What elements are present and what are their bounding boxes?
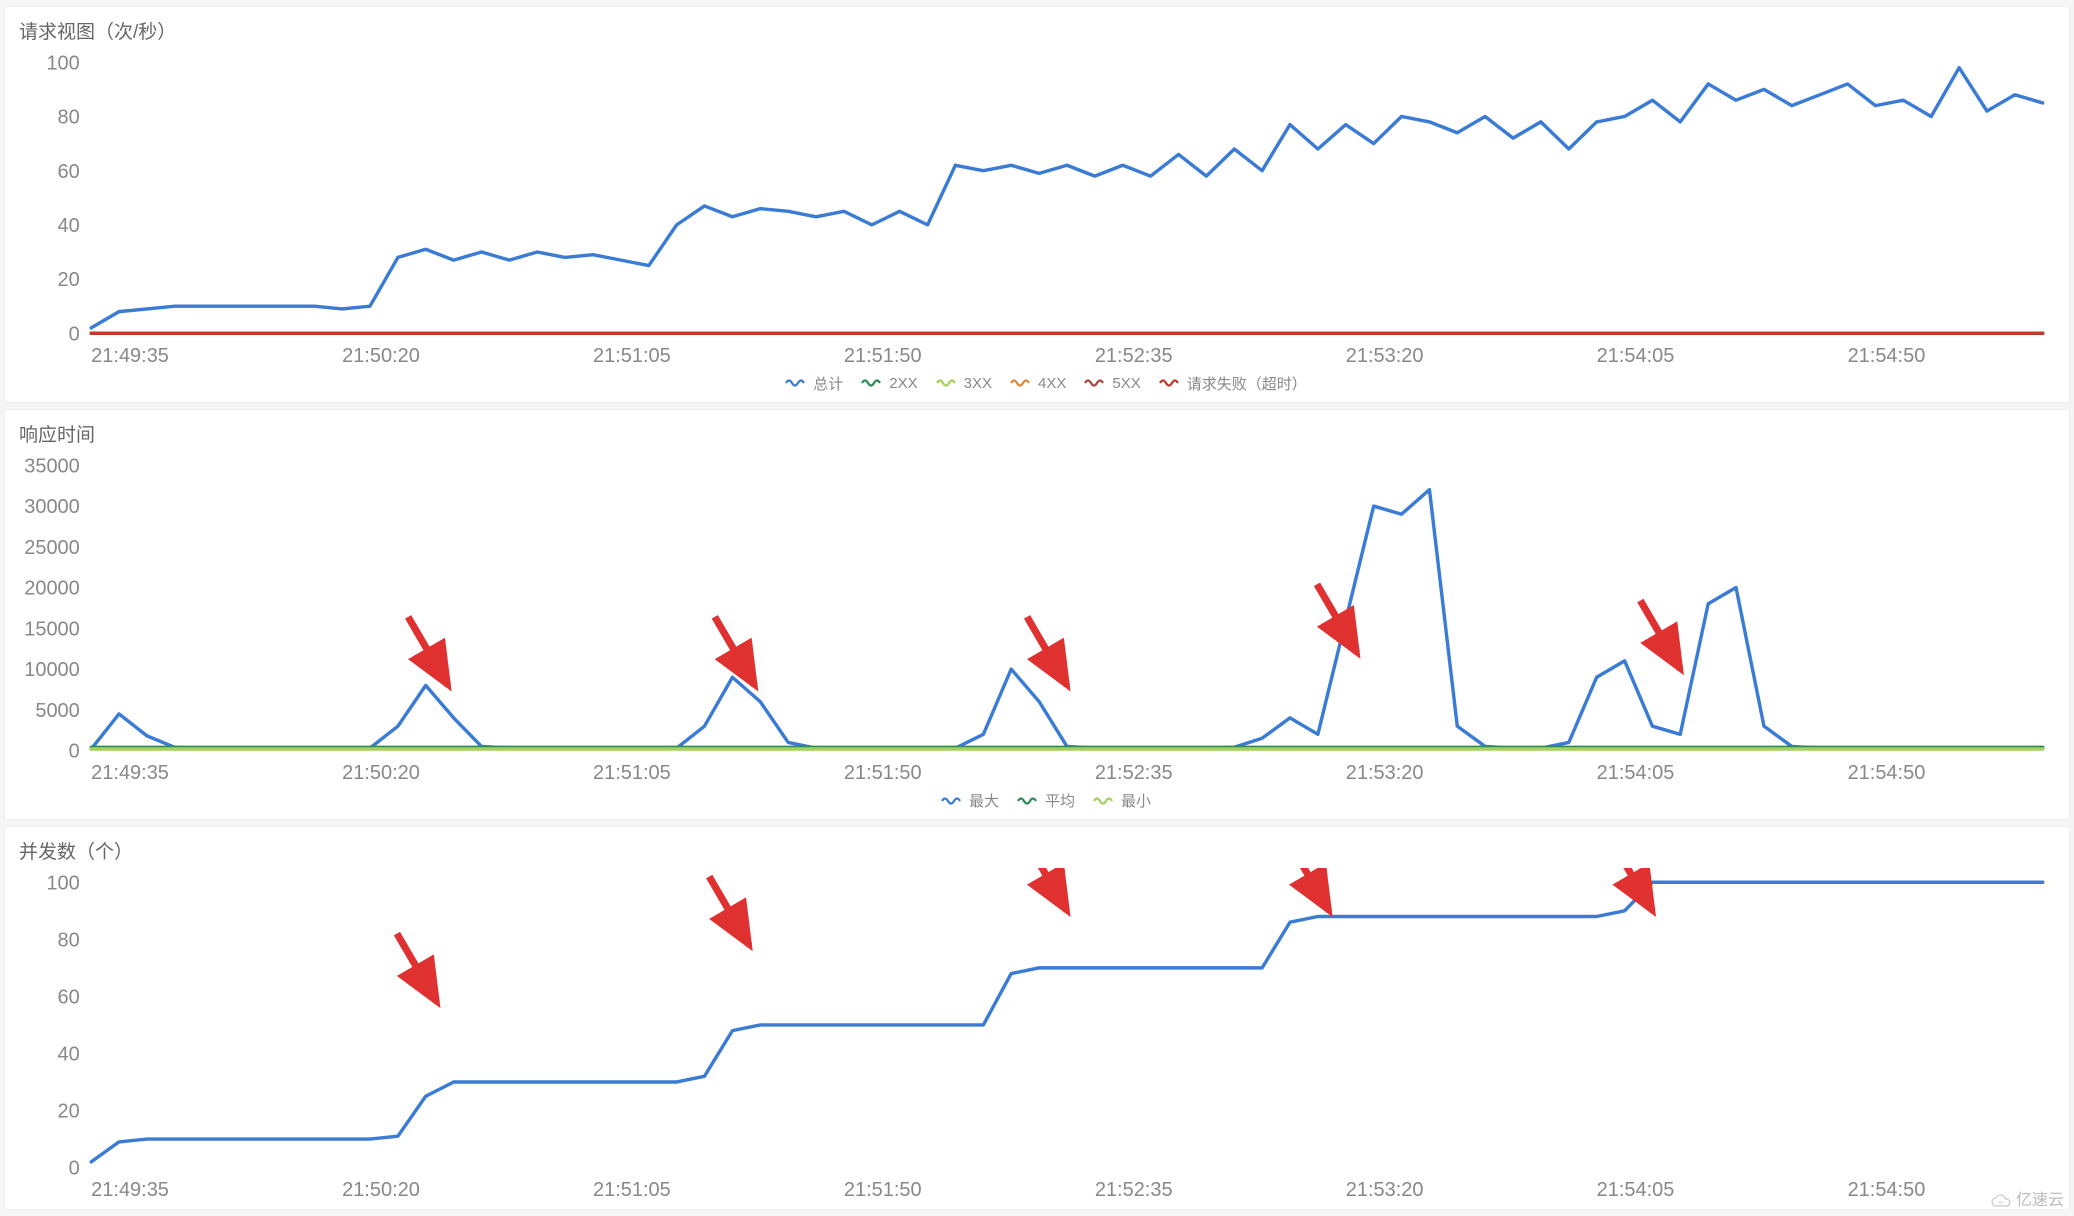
chart-title: 并发数（个）	[19, 837, 2057, 864]
svg-text:∞: ∞	[1999, 1200, 2003, 1206]
svg-text:5000: 5000	[35, 700, 79, 722]
svg-text:21:53:20: 21:53:20	[1346, 345, 1424, 367]
chart-legend: 总计 2XX 3XX 4XX 5XX 请求失败（超时）	[17, 369, 2057, 396]
svg-text:21:49:35: 21:49:35	[91, 762, 169, 784]
svg-text:21:52:35: 21:52:35	[1095, 1179, 1173, 1201]
chart-legend: 最大 平均 最小	[17, 786, 2057, 813]
svg-text:20000: 20000	[24, 578, 80, 600]
svg-text:15000: 15000	[24, 618, 80, 640]
svg-text:21:50:20: 21:50:20	[342, 762, 420, 784]
svg-text:60: 60	[58, 161, 80, 183]
svg-text:21:54:50: 21:54:50	[1848, 1179, 1926, 1201]
svg-text:0: 0	[69, 323, 80, 345]
svg-text:21:51:05: 21:51:05	[593, 762, 671, 784]
legend-swatch	[936, 377, 958, 389]
svg-text:21:51:05: 21:51:05	[593, 1179, 671, 1201]
legend-label: 最大	[969, 793, 999, 810]
svg-text:21:52:35: 21:52:35	[1095, 345, 1173, 367]
legend-swatch	[1084, 377, 1106, 389]
legend-label: 4XX	[1038, 375, 1066, 392]
chart-panel-2: 并发数（个） 0 20 40 60 80 100 21:49:35 21:50:20 21:51:…	[4, 826, 2070, 1210]
svg-text:21:53:20: 21:53:20	[1346, 762, 1424, 784]
svg-text:35000: 35000	[24, 455, 80, 477]
svg-text:21:51:05: 21:51:05	[593, 345, 671, 367]
svg-text:21:50:20: 21:50:20	[342, 1179, 420, 1201]
chart-panel-1: 响应时间 0 5000 10000 15000 20000 25000 30000 35000 2…	[4, 409, 2070, 820]
svg-text:21:50:20: 21:50:20	[342, 345, 420, 367]
chart-title: 请求视图（次/秒）	[19, 17, 2057, 44]
watermark: ∞ 亿速云	[1990, 1186, 2064, 1210]
legend-swatch	[941, 795, 963, 807]
svg-text:30000: 30000	[24, 496, 80, 518]
chart-svg: 0 20 40 60 80 100 21:49:35 21:50:20 21:51:05 21:5…	[17, 48, 2057, 369]
svg-text:21:53:20: 21:53:20	[1346, 1179, 1424, 1201]
legend-label: 请求失败（超时）	[1187, 376, 1307, 393]
legend-swatch	[1017, 795, 1039, 807]
svg-text:0: 0	[69, 1158, 80, 1180]
legend-label: 2XX	[889, 375, 917, 392]
svg-text:21:51:50: 21:51:50	[844, 762, 922, 784]
legend-label: 最小	[1121, 793, 1151, 810]
chart-svg: 0 5000 10000 15000 20000 25000 30000 35000 21:49…	[17, 451, 2057, 786]
chart-panel-0: 请求视图（次/秒） 0 20 40 60 80 100 21:49:35 21:50:20 21:…	[4, 6, 2070, 403]
svg-text:21:54:50: 21:54:50	[1848, 762, 1926, 784]
chart-svg: 0 20 40 60 80 100 21:49:35 21:50:20 21:51:05 21:5…	[17, 868, 2057, 1203]
svg-text:20: 20	[58, 1101, 80, 1123]
svg-text:25000: 25000	[24, 537, 80, 559]
svg-text:21:49:35: 21:49:35	[91, 345, 169, 367]
legend-swatch	[1010, 377, 1032, 389]
svg-text:21:51:50: 21:51:50	[844, 1179, 922, 1201]
legend-label: 平均	[1045, 793, 1075, 810]
legend-swatch	[785, 377, 807, 389]
legend-swatch	[861, 377, 883, 389]
svg-text:21:52:35: 21:52:35	[1095, 762, 1173, 784]
svg-text:0: 0	[69, 741, 80, 763]
svg-text:21:54:05: 21:54:05	[1597, 762, 1675, 784]
watermark-text: 亿速云	[2016, 1192, 2064, 1209]
svg-text:21:49:35: 21:49:35	[91, 1179, 169, 1201]
svg-text:21:54:05: 21:54:05	[1597, 345, 1675, 367]
legend-swatch	[1093, 795, 1115, 807]
svg-text:21:51:50: 21:51:50	[844, 345, 922, 367]
svg-text:100: 100	[46, 52, 79, 74]
chart-title: 响应时间	[19, 420, 2057, 447]
svg-text:100: 100	[46, 873, 79, 895]
svg-text:80: 80	[58, 107, 80, 129]
legend-label: 3XX	[964, 375, 992, 392]
cloud-icon: ∞	[1990, 1194, 2012, 1208]
svg-text:40: 40	[58, 1044, 80, 1066]
svg-text:10000: 10000	[24, 659, 80, 681]
svg-text:21:54:50: 21:54:50	[1848, 345, 1926, 367]
svg-text:20: 20	[58, 269, 80, 291]
legend-swatch	[1159, 377, 1181, 389]
svg-text:60: 60	[58, 987, 80, 1009]
svg-text:40: 40	[58, 215, 80, 237]
legend-label: 总计	[813, 376, 843, 393]
svg-text:80: 80	[58, 930, 80, 952]
legend-label: 5XX	[1112, 375, 1140, 392]
svg-text:21:54:05: 21:54:05	[1597, 1179, 1675, 1201]
